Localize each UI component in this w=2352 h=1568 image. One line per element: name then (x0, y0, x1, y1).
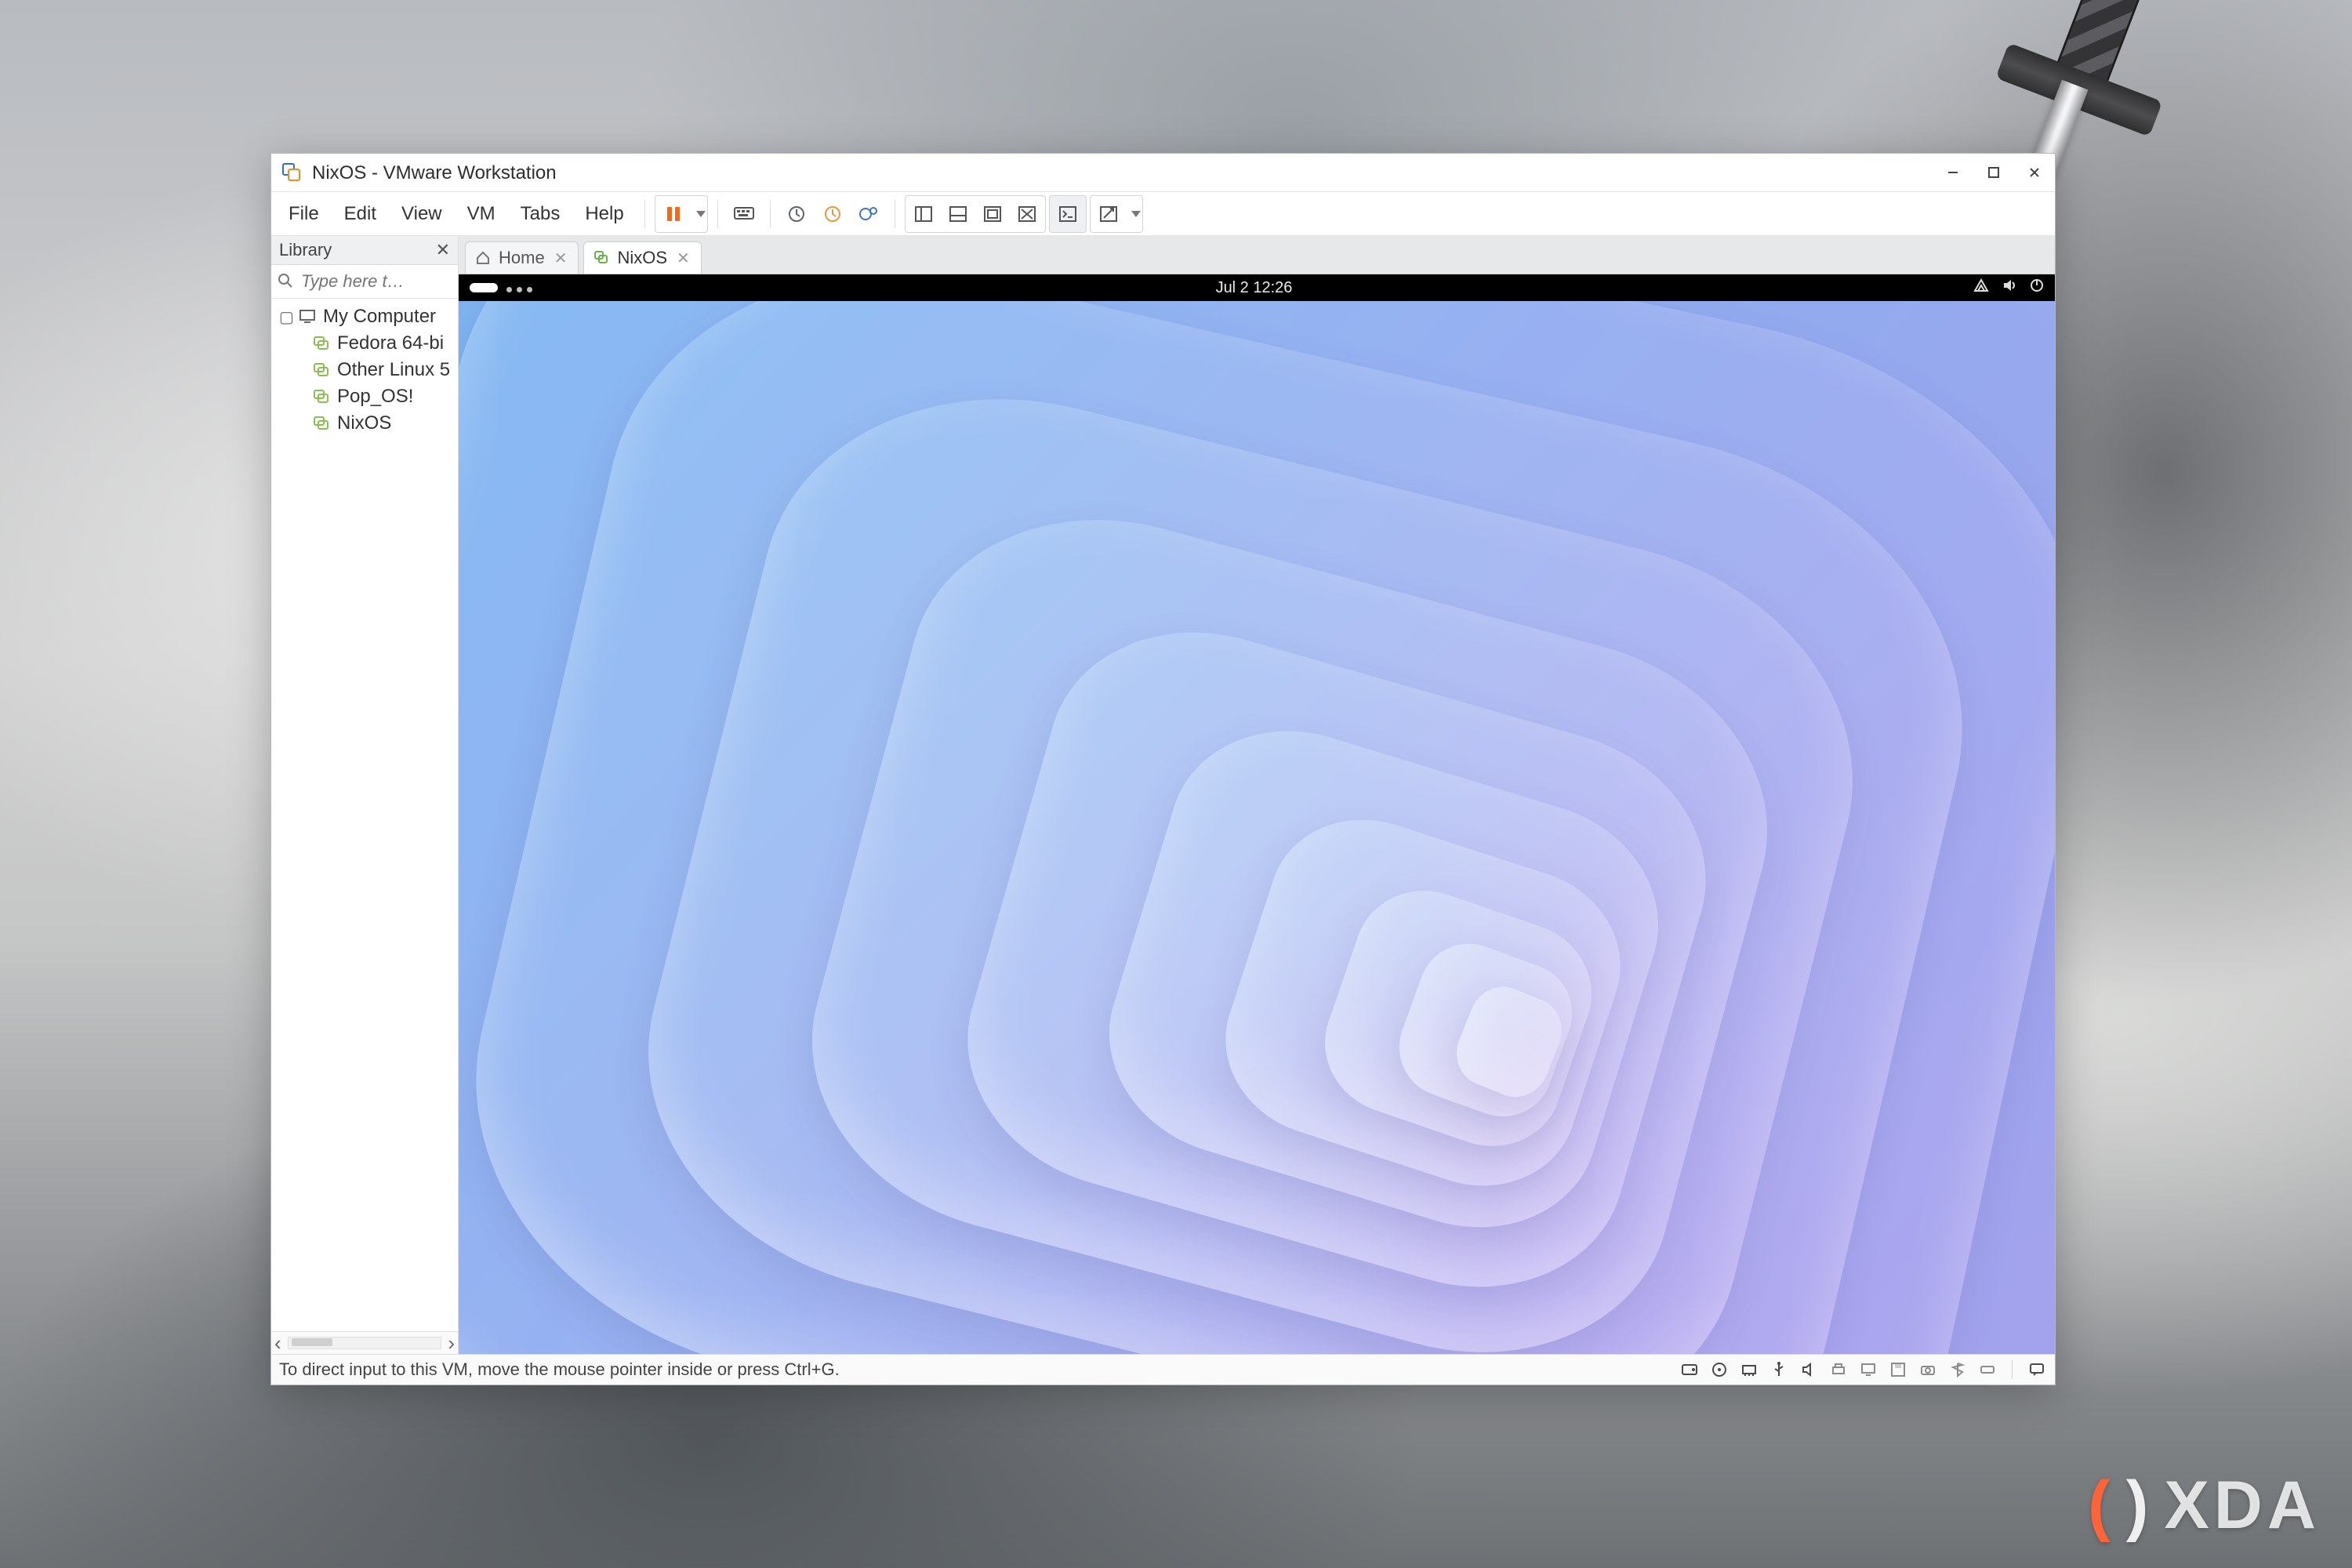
statusbar-device-icons (1679, 1359, 2047, 1380)
tree-root-my-computer[interactable]: ▢ My Computer (279, 303, 458, 330)
library-header: Library ✕ (271, 236, 458, 265)
library-close-button[interactable]: ✕ (436, 240, 450, 260)
close-button[interactable] (2014, 154, 2055, 191)
home-icon (475, 250, 491, 266)
power-dropdown-icon[interactable] (696, 211, 706, 217)
minimize-button[interactable] (1933, 154, 1973, 191)
library-horizontal-scrollbar[interactable]: ‹ › (271, 1331, 458, 1354)
tab-close-icon[interactable]: ✕ (553, 249, 569, 268)
menu-help[interactable]: Help (574, 198, 634, 230)
tree-vm-label: Pop_OS! (337, 386, 413, 408)
titlebar[interactable]: NixOS - VMware Workstation (271, 154, 2055, 192)
network-adapter-icon[interactable] (1739, 1359, 1759, 1380)
snapshot-revert-button[interactable] (816, 198, 849, 230)
guest-wallpaper[interactable] (459, 301, 2055, 1354)
usb-icon[interactable] (1769, 1359, 1789, 1380)
vm-icon (312, 387, 331, 406)
guest-activities-button[interactable] (470, 283, 498, 292)
vm-console-viewport[interactable]: Jul 2 12:26 (459, 274, 2055, 1354)
menu-file[interactable]: File (278, 198, 330, 230)
view-mode-group (905, 195, 1046, 233)
toolbar-separator (770, 200, 771, 228)
tree-vm-fedora[interactable]: Fedora 64-bi (279, 330, 458, 357)
scroll-right-icon[interactable]: › (448, 1331, 455, 1356)
library-title: Library (279, 240, 332, 260)
floppy-icon[interactable] (1888, 1359, 1908, 1380)
menu-vm[interactable]: VM (456, 198, 506, 230)
menu-tabs[interactable]: Tabs (510, 198, 572, 230)
pause-vm-button[interactable] (657, 198, 690, 230)
cd-dvd-icon[interactable] (1709, 1359, 1730, 1380)
scroll-left-icon[interactable]: ‹ (274, 1331, 281, 1356)
vmware-workstation-window: NixOS - VMware Workstation File Edit Vie… (270, 153, 2056, 1385)
unity-mode-button[interactable] (1011, 198, 1044, 230)
menu-edit[interactable]: Edit (333, 198, 387, 230)
fullscreen-button[interactable] (976, 198, 1009, 230)
library-tree: ▢ My Computer Fedora 64-bi Other Linux 5 (271, 299, 458, 1331)
toolbar-separator (644, 200, 645, 228)
vm-icon (312, 361, 331, 379)
toolbar-separator (717, 200, 718, 228)
search-icon (278, 270, 293, 294)
scrollbar-track[interactable] (288, 1337, 442, 1349)
volume-icon[interactable] (2002, 278, 2017, 297)
tree-vm-label: Other Linux 5 (337, 359, 450, 381)
tab-home[interactable]: Home ✕ (465, 241, 579, 274)
tree-root-label: My Computer (323, 306, 436, 328)
power-icon[interactable] (2030, 278, 2044, 297)
toolbar: File Edit View VM Tabs Help (271, 192, 2055, 236)
watermark-text: XDA (2164, 1467, 2321, 1544)
stretch-dropdown-icon[interactable] (1131, 211, 1141, 217)
tree-vm-nixos[interactable]: NixOS (279, 410, 458, 437)
sound-card-icon[interactable] (1798, 1359, 1819, 1380)
menu-view[interactable]: View (390, 198, 453, 230)
stretch-guest-button[interactable] (1092, 198, 1125, 230)
tab-home-label: Home (499, 248, 545, 268)
statusbar: To direct input to this VM, move the mou… (271, 1354, 2055, 1385)
tree-vm-popos[interactable]: Pop_OS! (279, 383, 458, 410)
tree-vm-label: NixOS (337, 412, 391, 434)
power-button-group (655, 195, 708, 233)
guest-workspace-dots[interactable] (504, 279, 535, 297)
vm-running-icon (593, 250, 609, 266)
window-title: NixOS - VMware Workstation (312, 161, 1933, 184)
messages-icon[interactable] (2027, 1359, 2047, 1380)
guest-status-area[interactable] (1973, 278, 2044, 297)
snapshot-manager-button[interactable] (852, 198, 885, 230)
bluetooth-icon[interactable] (1947, 1359, 1968, 1380)
camera-icon[interactable] (1918, 1359, 1938, 1380)
guest-top-bar[interactable]: Jul 2 12:26 (459, 274, 2055, 301)
tab-close-icon[interactable]: ✕ (675, 249, 691, 268)
statusbar-hint: To direct input to this VM, move the mou… (279, 1359, 840, 1380)
tree-vm-other-linux[interactable]: Other Linux 5 (279, 357, 458, 383)
vm-icon (312, 414, 331, 433)
show-thumbnail-bar-button[interactable] (942, 198, 975, 230)
guest-clock[interactable]: Jul 2 12:26 (1216, 279, 1293, 297)
printer-icon[interactable] (1828, 1359, 1849, 1380)
tabs-row: Home ✕ NixOS ✕ (459, 236, 2055, 274)
xda-watermark: () XDA (2088, 1467, 2321, 1544)
console-view-button[interactable] (1051, 198, 1084, 230)
send-ctrl-alt-del-button[interactable] (728, 198, 760, 230)
hard-disk-icon[interactable] (1679, 1359, 1700, 1380)
library-panel: Library ✕ ▼ ▢ My Computer Fe (271, 236, 459, 1354)
tab-nixos[interactable]: NixOS ✕ (583, 241, 701, 274)
stretch-group (1090, 195, 1143, 233)
tab-active-label: NixOS (617, 248, 667, 268)
computer-icon (298, 307, 317, 326)
vm-icon (312, 334, 331, 353)
library-search-row: ▼ (271, 265, 458, 299)
tree-vm-label: Fedora 64-bi (337, 332, 444, 354)
show-library-button[interactable] (907, 198, 940, 230)
vmware-app-icon (281, 162, 303, 183)
snapshot-take-button[interactable] (780, 198, 813, 230)
network-icon[interactable] (1973, 278, 1989, 297)
maximize-button[interactable] (1973, 154, 2014, 191)
main-pane: Home ✕ NixOS ✕ Jul 2 12:26 (459, 236, 2055, 1354)
tree-collapse-icon[interactable]: ▢ (279, 307, 292, 327)
console-view-group (1049, 195, 1087, 233)
serial-port-icon[interactable] (1977, 1359, 1998, 1380)
statusbar-divider (2012, 1360, 2013, 1379)
display-icon[interactable] (1858, 1359, 1878, 1380)
